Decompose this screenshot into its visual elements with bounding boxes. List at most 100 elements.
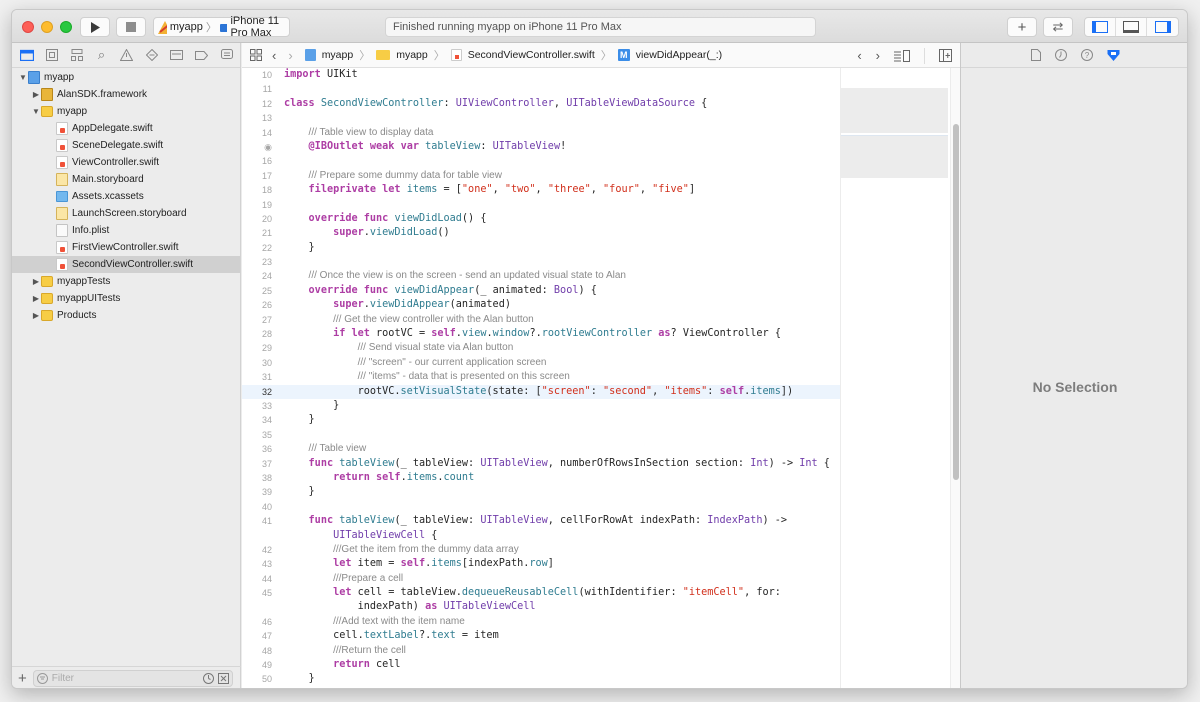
code-line[interactable]: 20 override func viewDidLoad() { [242,212,840,226]
code-line[interactable]: 18 fileprivate let items = ["one", "two"… [242,183,840,197]
code-line[interactable]: 17 /// Prepare some dummy data for table… [242,169,840,183]
tree-item[interactable]: ▶ AlanSDK.framework [12,86,240,103]
code-line[interactable]: 39 } [242,485,840,499]
code-line[interactable]: 37 func tableView(_ tableView: UITableVi… [242,457,840,471]
code-line[interactable]: 34 } [242,413,840,427]
code-review-button[interactable]: ⇄ [1043,17,1073,37]
vertical-scrollbar[interactable] [950,68,960,688]
tree-item[interactable]: SecondViewController.swift [12,256,240,273]
tree-item[interactable]: Assets.xcassets [12,188,240,205]
stop-button[interactable] [116,17,146,37]
tree-item[interactable]: Info.plist [12,222,240,239]
code-line[interactable]: 36 /// Table view [242,442,840,456]
history-clock-icon[interactable] [1054,49,1067,61]
code-line[interactable]: 13 [242,111,840,125]
code-text-area[interactable]: 10 import UIKit 11 12 class SecondViewContro… [242,68,840,689]
library-add-button[interactable]: + [1007,17,1037,37]
filter-input[interactable]: Filter [32,670,233,687]
add-file-button[interactable]: + [18,670,27,687]
outlet-connection-icon[interactable]: ◉ [242,140,272,154]
code-line[interactable]: 45 let cell = tableView.dequeueReusableC… [242,586,840,600]
tab-breakpoint-navigator[interactable] [193,47,210,64]
minimap[interactable] [840,68,950,688]
tab-report-navigator[interactable] [218,47,235,64]
tree-item[interactable]: ▶ myappUITests [12,290,240,307]
code-line[interactable]: 51} [242,687,840,689]
tab-find-navigator[interactable]: ⌕ [93,47,110,64]
code-line[interactable]: 11 [242,82,840,96]
tree-item[interactable]: ▶ myappTests [12,273,240,290]
file-inspector-icon[interactable] [1030,49,1041,61]
code-line[interactable]: 46 ///Add text with the item name [242,615,840,629]
tree-item[interactable]: FirstViewController.swift [12,239,240,256]
code-line[interactable]: 44 ///Prepare a cell [242,572,840,586]
disclosure-collapsed-icon[interactable]: ▶ [31,277,41,286]
disclosure-collapsed-icon[interactable]: ▶ [31,294,41,303]
code-line[interactable]: 35 [242,428,840,442]
destination-name[interactable]: iPhone 11 Pro Max [230,15,289,39]
code-line[interactable]: 43 let item = self.items[indexPath.row] [242,557,840,571]
code-line[interactable]: 21 super.viewDidLoad() [242,226,840,240]
code-line[interactable]: 14 /// Table view to display data [242,126,840,140]
code-line[interactable]: 28 if let rootVC = self.view.window?.roo… [242,327,840,341]
previous-issue-button[interactable]: ‹ [857,48,861,63]
code-line[interactable]: 50 } [242,672,840,686]
tab-test-navigator[interactable] [143,47,160,64]
scrollbar-thumb[interactable] [953,124,959,480]
close-window-button[interactable] [22,21,34,33]
code-line[interactable]: 40 [242,500,840,514]
code-line[interactable]: 38 return self.items.count [242,471,840,485]
back-button[interactable]: ‹ [272,48,276,63]
disclosure-collapsed-icon[interactable]: ▶ [31,311,41,320]
code-line[interactable]: 49 return cell [242,658,840,672]
code-line[interactable]: 24 /// Once the view is on the screen - … [242,269,840,283]
code-line[interactable]: 27 /// Get the view controller with the … [242,313,840,327]
code-line[interactable]: 16 [242,154,840,168]
code-line[interactable]: 23 [242,255,840,269]
scheme-selector[interactable]: myapp 〉 iPhone 11 Pro Max [153,15,290,39]
debug-area-toggle-button[interactable] [1116,18,1147,36]
inspector-toggle-button[interactable] [1147,18,1178,36]
tree-item[interactable]: ViewController.swift [12,154,240,171]
related-items-grid-icon[interactable] [250,49,262,61]
source-control-filter-icon[interactable] [217,673,229,684]
navigator-toggle-button[interactable] [1085,18,1116,36]
code-line[interactable]: 25 override func viewDidAppear(_ animate… [242,284,840,298]
disclosure-expanded-icon[interactable]: ▼ [18,73,28,82]
recent-files-clock-icon[interactable] [202,673,214,684]
tab-issue-navigator[interactable] [118,47,135,64]
tab-source-control[interactable] [43,47,60,64]
tree-item[interactable]: ▶ Products [12,307,240,324]
tree-item[interactable]: LaunchScreen.storyboard [12,205,240,222]
code-line[interactable]: 33 } [242,399,840,413]
tree-item[interactable]: ▼ myapp [12,69,240,86]
tab-debug-navigator[interactable] [168,47,185,64]
code-line[interactable]: 22 } [242,241,840,255]
quick-help-icon[interactable]: ? [1080,49,1093,61]
tree-item[interactable]: ▼ myapp [12,103,240,120]
code-line[interactable]: indexPath) as UITableViewCell [242,600,840,614]
tree-item[interactable]: AppDelegate.swift [12,120,240,137]
code-line[interactable]: 10 import UIKit [242,68,840,82]
run-button[interactable] [80,17,110,37]
code-line[interactable]: 48 ///Return the cell [242,644,840,658]
disclosure-expanded-icon[interactable]: ▼ [31,107,41,116]
zoom-window-button[interactable] [60,21,72,33]
code-line[interactable]: 26 super.viewDidAppear(animated) [242,298,840,312]
identity-inspector-icon[interactable] [1107,49,1120,62]
next-issue-button[interactable]: › [876,48,880,63]
breadcrumb-method[interactable]: viewDidAppear(_:) [636,49,722,61]
code-line[interactable]: 31 /// "items" - data that is presented … [242,370,840,384]
editor-options-icon[interactable] [894,49,910,62]
forward-button[interactable]: › [288,48,292,63]
add-editor-icon[interactable] [939,49,952,62]
breadcrumb-file[interactable]: SecondViewController.swift [468,49,595,61]
code-line[interactable]: 12 class SecondViewController: UIViewCont… [242,97,840,111]
code-line[interactable]: 47 cell.textLabel?.text = item [242,629,840,643]
current-code-line[interactable]: 32 rootVC.setVisualState(state: ["screen… [242,384,840,399]
code-line[interactable]: 29 /// Send visual state via Alan button [242,341,840,355]
code-line[interactable]: UITableViewCell { [242,529,840,543]
breadcrumb-project[interactable]: myapp [322,49,354,61]
minimize-window-button[interactable] [41,21,53,33]
code-line[interactable]: 41 func tableView(_ tableView: UITableVi… [242,514,840,528]
